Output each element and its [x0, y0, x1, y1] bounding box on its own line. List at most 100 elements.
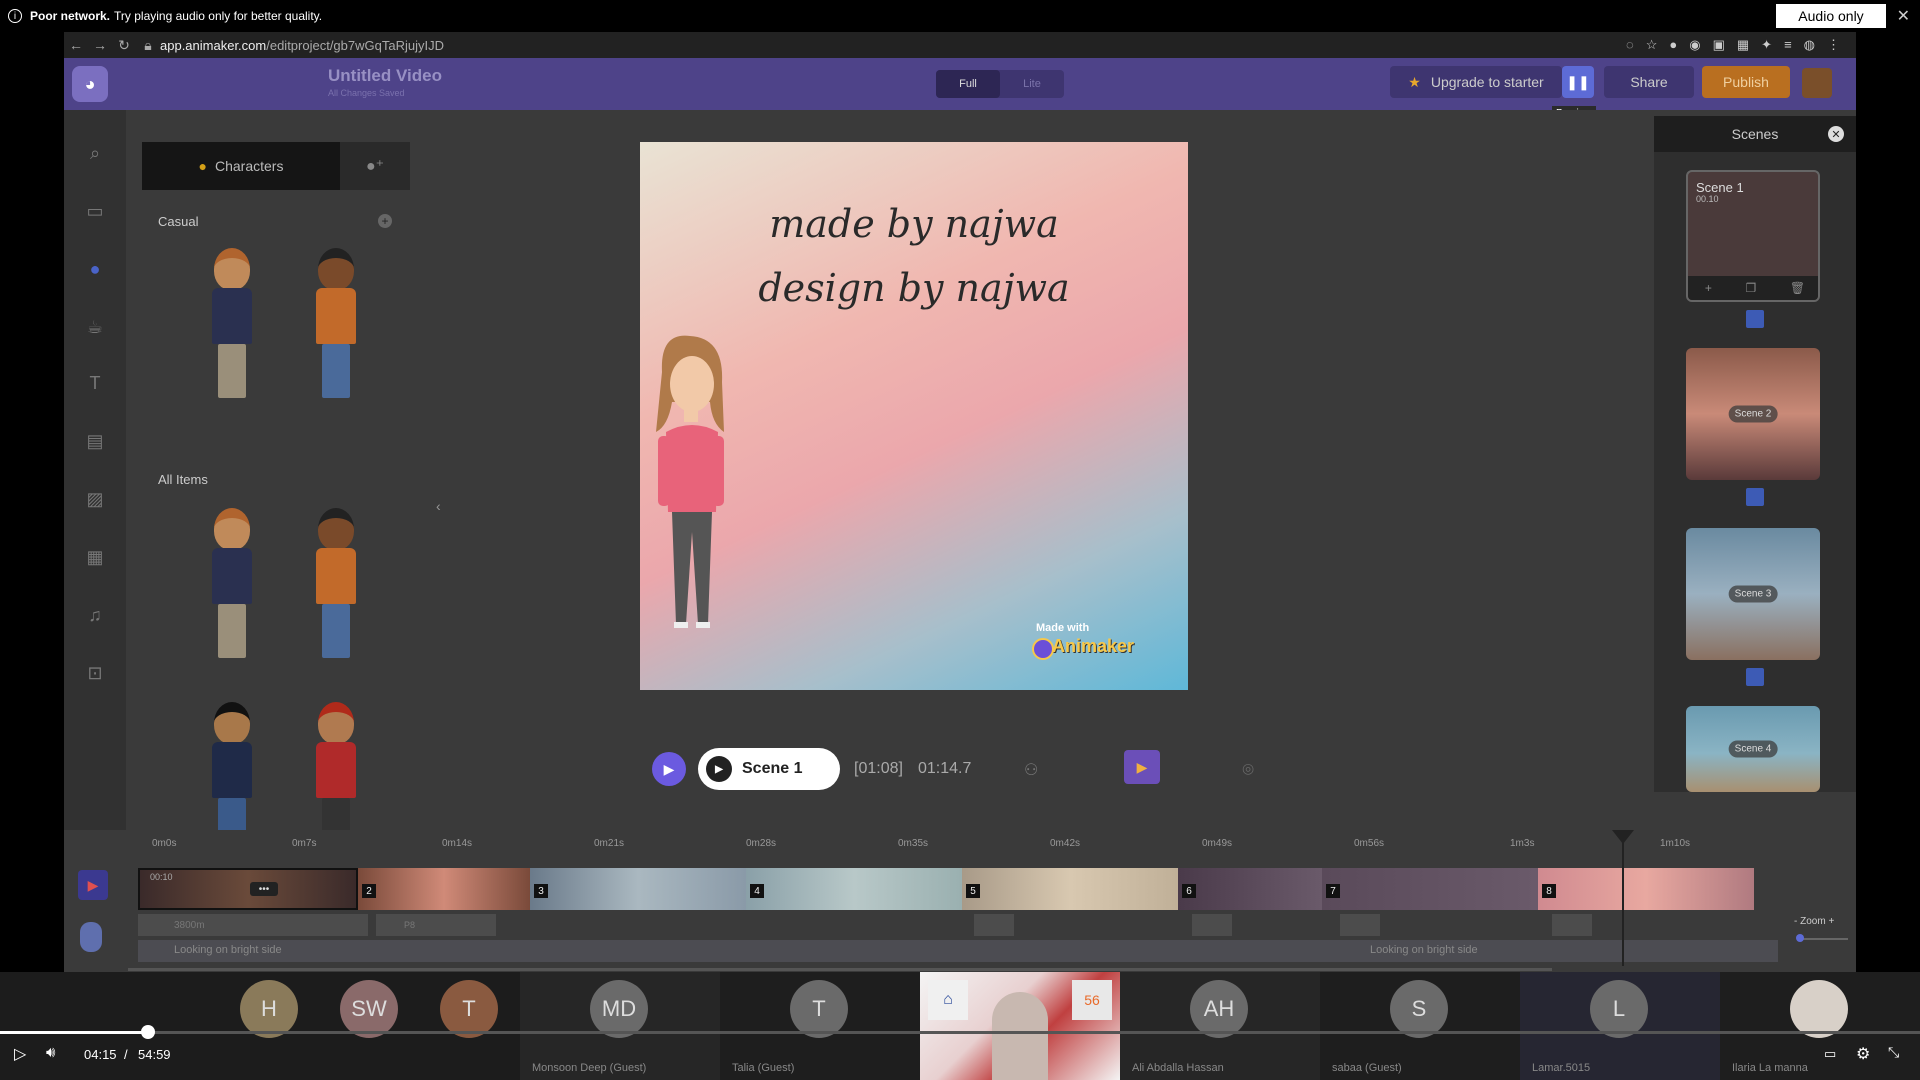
extension-icon[interactable]: ● — [1669, 37, 1677, 53]
audio-only-button[interactable]: Audio only — [1776, 4, 1886, 28]
image-icon[interactable]: ▨ — [82, 486, 108, 512]
timeline-clip-1[interactable]: 00:10 ••• — [138, 868, 358, 910]
user-avatar[interactable] — [1802, 68, 1832, 98]
scene-thumbnail-3[interactable]: Scene 3 — [1686, 528, 1820, 660]
horizontal-scrollbar[interactable] — [128, 968, 1552, 971]
props-icon[interactable]: ☕︎ — [82, 314, 108, 340]
woman-character[interactable] — [652, 332, 728, 642]
playhead[interactable] — [1622, 830, 1624, 966]
kebab-menu-icon[interactable]: ⋮ — [1827, 37, 1840, 53]
insert-scene-button[interactable] — [1746, 668, 1764, 686]
play-icon[interactable]: ▷ — [14, 1044, 26, 1064]
canvas-text-line-1[interactable]: made by najwa — [640, 202, 1188, 246]
bg-image-icon[interactable]: ▤ — [82, 428, 108, 454]
canvas-text-line-2[interactable]: design by najwa — [640, 266, 1188, 310]
character-icon[interactable]: ● — [82, 256, 108, 282]
tab-custom-characters[interactable]: ●⁺ — [340, 142, 410, 190]
reload-icon[interactable]: ↻ — [112, 37, 136, 54]
character-thumbnail[interactable] — [306, 508, 366, 658]
mode-toggle[interactable]: Full Lite — [936, 70, 1064, 98]
grammarly-icon[interactable]: ◉ — [1689, 37, 1700, 53]
participant-avatar[interactable]: T — [440, 980, 498, 1038]
play-scene-button[interactable]: ▶ Scene 1 — [698, 748, 840, 790]
preview-pause-button[interactable]: ❚❚ — [1562, 66, 1594, 98]
play-video-button[interactable]: ▶ — [652, 752, 686, 786]
scene-thumbnail-2[interactable]: Scene 2 — [1686, 348, 1820, 480]
duplicate-icon[interactable]: ❐ — [1746, 281, 1757, 295]
character-track-bar[interactable] — [1340, 914, 1380, 936]
captions-icon[interactable]: ▭ — [1824, 1046, 1836, 1062]
playlist-icon[interactable]: ≡ — [1784, 37, 1792, 53]
delete-icon[interactable]: 🗑︎ — [1790, 281, 1805, 295]
upgrade-button[interactable]: ★ Upgrade to starter — [1390, 66, 1562, 98]
timeline-clip-4[interactable]: 4 — [746, 868, 962, 910]
audio-track[interactable] — [138, 940, 1778, 962]
presenter-video-tile[interactable]: 56 ⌂ — [920, 972, 1120, 1080]
url-host[interactable]: app.animaker.com — [160, 38, 266, 53]
address-bar[interactable]: ← → ↻ 🔒︎ app.animaker.com /editproject/g… — [64, 32, 1856, 58]
zoom-slider-handle[interactable] — [1796, 934, 1804, 942]
extension-icon[interactable]: ▦ — [1737, 37, 1749, 53]
person-icon[interactable]: ⚇ — [1024, 760, 1038, 780]
close-icon[interactable]: ✕ — [1828, 126, 1844, 142]
zoom-slider[interactable] — [1798, 938, 1848, 940]
eye-off-icon[interactable]: ◌ — [1626, 37, 1634, 53]
timeline-clip-8[interactable]: 8 — [1538, 868, 1754, 910]
character-track-bar[interactable] — [974, 914, 1014, 936]
insert-scene-button[interactable] — [1746, 488, 1764, 506]
video-clip-icon[interactable]: ▶ — [1124, 750, 1160, 784]
close-icon[interactable]: ✕ — [1897, 6, 1910, 26]
puzzle-icon[interactable]: ✦ — [1761, 37, 1772, 53]
text-icon[interactable]: T — [82, 370, 108, 396]
timeline-clip-2[interactable]: 2 — [358, 868, 530, 910]
scene-canvas[interactable]: made by najwa design by najwa Made with … — [640, 142, 1188, 690]
back-icon[interactable]: ← — [64, 37, 88, 53]
insert-scene-button[interactable] — [1746, 310, 1764, 328]
video-icon[interactable]: ▦ — [82, 544, 108, 570]
microphone-icon[interactable] — [80, 922, 102, 952]
extension-icon[interactable]: ▣ — [1713, 37, 1725, 53]
timeline[interactable]: 0m0s 0m7s 0m14s 0m21s 0m28s 0m35s 0m42s … — [64, 830, 1856, 972]
scene-thumbnail-1[interactable]: Scene 1 00.10 + ❐ 🗑︎ — [1686, 170, 1820, 302]
video-progress-handle[interactable] — [140, 1025, 155, 1039]
character-track-bar[interactable] — [1192, 914, 1232, 936]
tab-characters[interactable]: ● Characters — [142, 142, 340, 190]
character-thumbnail[interactable] — [202, 508, 262, 658]
star-icon[interactable]: ☆ — [1646, 37, 1658, 53]
upload-icon[interactable]: ⊡ — [82, 660, 108, 686]
animaker-logo-icon[interactable]: ◕ — [72, 66, 108, 102]
minimize-icon[interactable]: ⤡ — [1888, 1044, 1899, 1061]
clip-menu-icon[interactable]: ••• — [250, 882, 278, 896]
timeline-clip-7[interactable]: 7 — [1322, 868, 1538, 910]
publish-button[interactable]: Publish — [1702, 66, 1790, 98]
url-path[interactable]: /editproject/gb7wGqTaRjujyIJD — [266, 38, 444, 53]
participant-avatar[interactable]: H — [240, 980, 298, 1038]
background-icon[interactable]: ▭ — [82, 198, 108, 224]
character-track-bar[interactable] — [376, 914, 496, 936]
timeline-clip-6[interactable]: 6 — [1178, 868, 1322, 910]
character-track-bar[interactable] — [138, 914, 368, 936]
forward-icon[interactable]: → — [88, 37, 112, 53]
participant-avatar[interactable]: SW — [340, 980, 398, 1038]
character-track-bar[interactable] — [1552, 914, 1592, 936]
video-progress-bar[interactable] — [0, 1031, 1920, 1034]
plus-icon[interactable]: + — [378, 214, 392, 228]
profile-icon[interactable]: ◍ — [1804, 37, 1815, 53]
music-icon[interactable]: ♫ — [82, 602, 108, 628]
timeline-clip-5[interactable]: 5 — [962, 868, 1178, 910]
character-thumbnail[interactable] — [306, 248, 366, 398]
share-button[interactable]: Share — [1604, 66, 1694, 98]
gear-icon[interactable]: ⚙ — [1856, 1044, 1870, 1064]
add-scene-icon[interactable]: + — [1705, 281, 1712, 295]
search-icon[interactable]: ⌕ — [82, 140, 108, 166]
volume-icon[interactable]: 🔊︎ — [46, 1044, 55, 1061]
mode-full-button[interactable]: Full — [936, 70, 1000, 98]
timeline-clip-3[interactable]: 3 — [530, 868, 746, 910]
scene-thumbnail-4[interactable]: Scene 4 — [1686, 706, 1820, 792]
mode-lite-button[interactable]: Lite — [1000, 70, 1064, 98]
video-title[interactable]: Untitled Video — [328, 66, 442, 86]
camera-icon[interactable]: ◎ — [1242, 760, 1254, 777]
network-notification-bar: i Poor network. Try playing audio only f… — [0, 0, 1920, 32]
collapse-panel-icon[interactable]: ‹ — [436, 498, 441, 514]
character-thumbnail[interactable] — [202, 248, 262, 398]
